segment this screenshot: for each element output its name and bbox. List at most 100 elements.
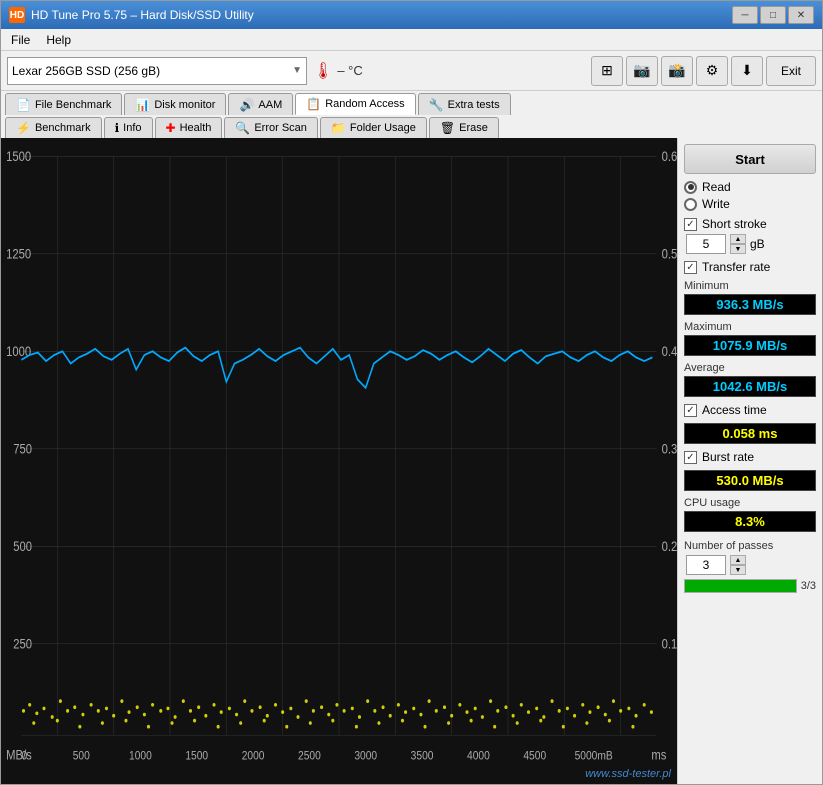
chart-svg: 1500 1250 1000 750 500 250 0.60 0.50 0.4… bbox=[1, 138, 677, 784]
tab-erase[interactable]: 🗑 Erase bbox=[429, 117, 499, 138]
title-bar-left: HD HD Tune Pro 5.75 – Hard Disk/SSD Util… bbox=[9, 7, 254, 23]
toolbar: Lexar 256GB SSD (256 gB) ▼ 🌡 – °C ⊞ 📷 📸 … bbox=[1, 51, 822, 91]
tab-benchmark[interactable]: ⚡ Benchmark bbox=[5, 117, 102, 138]
average-stat: Average 1042.6 MB/s bbox=[684, 362, 816, 397]
maximum-stat: Maximum 1075.9 MB/s bbox=[684, 321, 816, 356]
exit-button[interactable]: Exit bbox=[766, 56, 816, 86]
burst-rate-value: 530.0 MB/s bbox=[684, 470, 816, 491]
copy-button[interactable]: ⊞ bbox=[591, 56, 623, 86]
transfer-rate-checkbox[interactable]: ✓ Transfer rate bbox=[684, 260, 816, 274]
svg-text:0.30: 0.30 bbox=[662, 442, 677, 457]
tab-extra-tests[interactable]: 🔧 Extra tests bbox=[418, 93, 511, 115]
start-button[interactable]: Start bbox=[684, 144, 816, 174]
tab-disk-monitor[interactable]: 📊 Disk monitor bbox=[124, 93, 226, 115]
error-scan-icon: 🔍 bbox=[235, 121, 250, 135]
passes-input[interactable] bbox=[686, 555, 726, 575]
svg-text:1000: 1000 bbox=[129, 750, 152, 763]
temperature-display: 🌡 – °C bbox=[313, 61, 363, 81]
tab-folder-usage[interactable]: 📁 Folder Usage bbox=[320, 117, 427, 138]
minimize-button[interactable]: ─ bbox=[732, 6, 758, 24]
short-stroke-checkbox[interactable]: ✓ Short stroke bbox=[684, 217, 816, 231]
short-stroke-input[interactable] bbox=[686, 234, 726, 254]
read-radio-label: Read bbox=[702, 180, 731, 194]
screenshot-button[interactable]: 📷 bbox=[626, 56, 658, 86]
aam-icon: 🔊 bbox=[239, 98, 254, 112]
tab-file-benchmark[interactable]: 📄 File Benchmark bbox=[5, 93, 122, 115]
tabs-row1: 📄 File Benchmark 📊 Disk monitor 🔊 AAM 📋 … bbox=[1, 91, 822, 115]
device-name: Lexar 256GB SSD (256 gB) bbox=[12, 64, 160, 78]
tab-benchmark-label: Benchmark bbox=[35, 122, 91, 134]
sidebar: Start Read Write ✓ Short stroke bbox=[677, 138, 822, 784]
average-label: Average bbox=[684, 362, 816, 374]
tab-extra-tests-label: Extra tests bbox=[448, 99, 500, 111]
tab-aam[interactable]: 🔊 AAM bbox=[228, 93, 293, 115]
svg-text:4000: 4000 bbox=[467, 750, 490, 763]
maximize-button[interactable]: □ bbox=[760, 6, 786, 24]
menu-help[interactable]: Help bbox=[40, 31, 77, 49]
burst-rate-checkbox-box: ✓ bbox=[684, 451, 697, 464]
tab-health[interactable]: ✚ Health bbox=[155, 117, 223, 138]
download-button[interactable]: ⬇ bbox=[731, 56, 763, 86]
passes-progress-row: 3/3 bbox=[684, 579, 816, 593]
svg-text:MB/s: MB/s bbox=[6, 748, 32, 763]
menu-bar: File Help bbox=[1, 29, 822, 51]
svg-text:0.40: 0.40 bbox=[662, 344, 677, 359]
access-time-label: Access time bbox=[702, 403, 767, 417]
app-icon: HD bbox=[9, 7, 25, 23]
main-window: HD HD Tune Pro 5.75 – Hard Disk/SSD Util… bbox=[0, 0, 823, 785]
svg-text:500: 500 bbox=[73, 750, 90, 763]
health-icon: ✚ bbox=[166, 121, 176, 135]
minimum-label: Minimum bbox=[684, 280, 816, 292]
maximum-value: 1075.9 MB/s bbox=[684, 335, 816, 356]
svg-text:0.60: 0.60 bbox=[662, 149, 677, 164]
erase-icon: 🗑 bbox=[440, 121, 455, 135]
toolbar-buttons: ⊞ 📷 📸 ⚙ ⬇ Exit bbox=[591, 56, 816, 86]
tab-random-access[interactable]: 📋 Random Access bbox=[295, 93, 415, 115]
cpu-usage-stat: CPU usage 8.3% bbox=[684, 497, 816, 532]
tab-error-scan[interactable]: 🔍 Error Scan bbox=[224, 117, 318, 138]
write-radio-label: Write bbox=[702, 197, 730, 211]
window-title: HD Tune Pro 5.75 – Hard Disk/SSD Utility bbox=[31, 8, 254, 22]
svg-text:500: 500 bbox=[13, 539, 32, 554]
access-time-checkbox[interactable]: ✓ Access time bbox=[684, 403, 816, 417]
camera-icon-button[interactable]: 📸 bbox=[661, 56, 693, 86]
read-radio[interactable]: Read bbox=[684, 180, 816, 194]
write-radio[interactable]: Write bbox=[684, 197, 816, 211]
short-stroke-up-button[interactable]: ▲ bbox=[730, 234, 746, 244]
device-dropdown[interactable]: Lexar 256GB SSD (256 gB) ▼ bbox=[7, 57, 307, 85]
average-value: 1042.6 MB/s bbox=[684, 376, 816, 397]
close-button[interactable]: ✕ bbox=[788, 6, 814, 24]
content-area: 1500 1250 1000 750 500 250 0.60 0.50 0.4… bbox=[1, 138, 822, 784]
passes-up-button[interactable]: ▲ bbox=[730, 555, 746, 565]
random-access-icon: 📋 bbox=[306, 97, 321, 111]
tab-folder-usage-label: Folder Usage bbox=[350, 122, 416, 134]
transfer-rate-label: Transfer rate bbox=[702, 260, 770, 274]
dropdown-arrow-icon: ▼ bbox=[292, 65, 302, 76]
access-time-checkbox-box: ✓ bbox=[684, 404, 697, 417]
passes-down-button[interactable]: ▼ bbox=[730, 565, 746, 575]
tab-aam-label: AAM bbox=[258, 99, 282, 111]
svg-text:0.50: 0.50 bbox=[662, 247, 677, 262]
tabs-row2: ⚡ Benchmark ℹ Info ✚ Health 🔍 Error Scan… bbox=[1, 115, 822, 138]
short-stroke-checkbox-box: ✓ bbox=[684, 218, 697, 231]
thermometer-icon: 🌡 bbox=[313, 61, 333, 81]
menu-file[interactable]: File bbox=[5, 31, 36, 49]
folder-usage-icon: 📁 bbox=[331, 121, 346, 135]
tab-info[interactable]: ℹ Info bbox=[104, 117, 153, 138]
tab-info-label: Info bbox=[123, 122, 141, 134]
short-stroke-down-button[interactable]: ▼ bbox=[730, 244, 746, 254]
svg-text:1500: 1500 bbox=[185, 750, 208, 763]
short-stroke-spinner: ▲ ▼ gB bbox=[686, 234, 816, 254]
cpu-usage-label: CPU usage bbox=[684, 497, 816, 509]
cpu-usage-value: 8.3% bbox=[684, 511, 816, 532]
watermark: www.ssd-tester.pl bbox=[585, 768, 671, 780]
burst-rate-checkbox[interactable]: ✓ Burst rate bbox=[684, 450, 816, 464]
settings-button[interactable]: ⚙ bbox=[696, 56, 728, 86]
short-stroke-unit: gB bbox=[750, 237, 765, 251]
svg-text:5000mB: 5000mB bbox=[575, 750, 613, 763]
svg-text:0: 0 bbox=[21, 750, 27, 763]
passes-label: Number of passes bbox=[684, 540, 773, 552]
disk-monitor-icon: 📊 bbox=[135, 98, 150, 112]
passes-spinner: ▲ ▼ bbox=[686, 555, 816, 575]
title-bar: HD HD Tune Pro 5.75 – Hard Disk/SSD Util… bbox=[1, 1, 822, 29]
